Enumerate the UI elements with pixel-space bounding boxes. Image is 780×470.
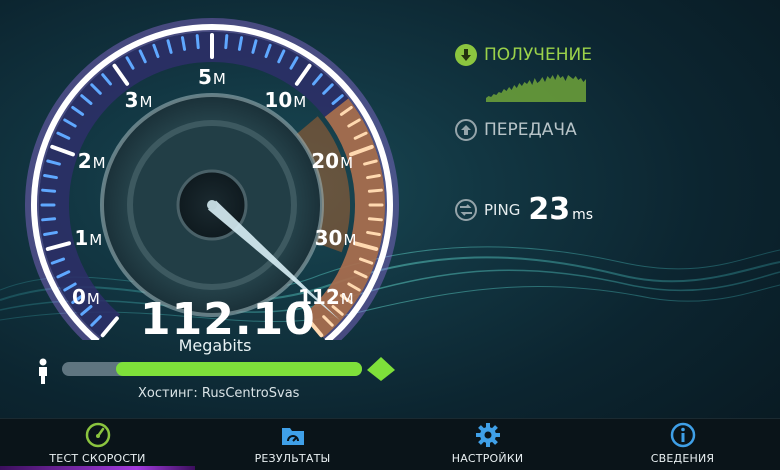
gauge-tick (43, 173, 58, 180)
gear-icon (475, 423, 500, 447)
ping-arrows-icon (455, 198, 477, 221)
upload-row: ПЕРЕДАЧА (455, 119, 577, 141)
gauge-tick (180, 36, 187, 51)
gauge-tick (367, 217, 383, 222)
download-graph-area (486, 74, 586, 102)
speed-unit: Megabits (178, 336, 252, 355)
tab-settings[interactable]: НАСТРОЙКИ (390, 419, 585, 470)
download-graph (486, 74, 586, 102)
tab-label: НАСТРОЙКИ (451, 452, 524, 465)
ping-label: PING (484, 200, 521, 219)
ping-unit: ms (572, 206, 594, 223)
gauge-label: 30M (314, 226, 357, 251)
gauge-label: 0M (72, 285, 100, 309)
person-icon (39, 358, 47, 384)
gauge-label: 20M (311, 149, 354, 174)
speedometer-icon (85, 422, 110, 448)
arrow-up-icon (455, 119, 477, 141)
gauge-label: 3M (124, 88, 153, 113)
gauge-tick (366, 173, 381, 180)
tab-label: РЕЗУЛЬТАТЫ (254, 452, 331, 465)
tab-label: СВЕДЕНИЯ (650, 452, 715, 465)
info-icon (670, 422, 695, 448)
gauge-label: 10M (264, 88, 307, 113)
gauge-tick (366, 230, 381, 237)
upload-label: ПЕРЕДАЧА (484, 120, 577, 140)
gauge-tick (224, 34, 229, 50)
progress-fill (116, 362, 362, 376)
gauge-label: 5M (198, 65, 226, 89)
gauge-tick (195, 34, 200, 50)
gauge-label: 2M (77, 149, 106, 174)
bottom-tab-bar: ТЕСТ СКОРОСТИ РЕЗУЛЬТАТЫ НАСТРОЙКИ СВЕДЕ… (0, 418, 780, 470)
gauge-tick (237, 36, 244, 51)
speed-gauge (25, 18, 399, 340)
tab-label: ТЕСТ СКОРОСТИ (49, 452, 146, 465)
arrow-down-icon (455, 44, 477, 66)
tab-speed-test[interactable]: ТЕСТ СКОРОСТИ (0, 419, 195, 470)
gauge-tick (43, 230, 58, 237)
gauge-tick (41, 188, 57, 193)
host-info: Хостинг: RusCentroSvas (138, 386, 300, 401)
ping-value: 23 (528, 192, 571, 227)
download-row: ПОЛУЧЕНИЕ (455, 44, 592, 66)
tab-results[interactable]: РЕЗУЛЬТАТЫ (195, 419, 390, 470)
gauge-label: 1M (74, 226, 103, 251)
download-label: ПОЛУЧЕНИЕ (484, 45, 592, 65)
ping-row: PING 23 ms (455, 192, 593, 227)
tab-info[interactable]: СВЕДЕНИЯ (585, 419, 780, 470)
gauge-tick (41, 217, 57, 222)
speedtest-app: 0M 1M 2M 3M 5M 10M 20M 30M 112M 112.10 Megabits … (0, 0, 780, 470)
server-triangle-icon (367, 357, 395, 381)
results-folder-icon (281, 428, 304, 445)
gauge-tick (367, 188, 383, 193)
